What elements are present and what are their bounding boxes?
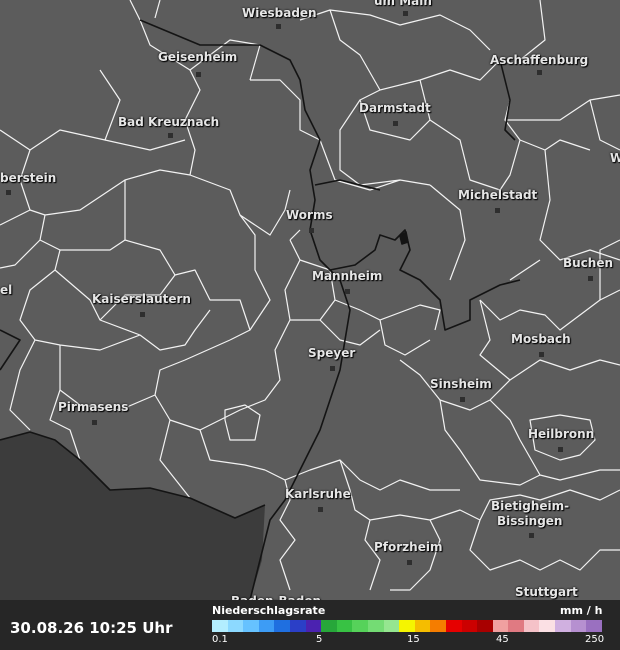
city-label-worms: Worms: [286, 208, 333, 222]
city-label-buchen: Buchen: [563, 256, 614, 270]
city-label-kaiserslautern: Kaiserslautern: [92, 292, 191, 306]
legend-swatch: [430, 620, 446, 632]
city-marker-mannheim: [345, 289, 350, 294]
legend-swatch: [508, 620, 524, 632]
legend-swatch: [243, 620, 259, 632]
city-marker-wiesbaden: [276, 24, 281, 29]
city-marker-worms: [309, 228, 314, 233]
city-label-mosbach: Mosbach: [511, 332, 571, 346]
legend-swatch: [305, 620, 322, 632]
outside-region: [0, 432, 265, 600]
city-label-mannheim: Mannheim: [312, 269, 383, 283]
city-label-wiesbaden: Wiesbaden: [242, 6, 317, 20]
city-label-karlsruhe: Karlsruhe: [285, 487, 351, 501]
legend-swatch: [274, 620, 290, 632]
legend-swatch: [212, 620, 228, 632]
legend-swatch: [336, 620, 353, 632]
city-label-idar-oberstein: berstein: [0, 171, 57, 185]
city-marker-sinsheim: [460, 397, 465, 402]
city-label-geisenheim: Geisenheim: [158, 50, 238, 64]
map-geometry: [0, 0, 620, 601]
legend-swatch: [555, 620, 571, 632]
precipitation-legend-bar: [212, 620, 602, 632]
city-label-pirmasens: Pirmasens: [58, 400, 129, 414]
city-label-michelstadt: Michelstadt: [458, 188, 538, 202]
legend-title: Niederschlagsrate: [212, 604, 326, 617]
legend-swatch: [414, 620, 431, 632]
city-label-sinsheim: Sinsheim: [430, 377, 492, 391]
city-marker-pirmasens: [92, 420, 97, 425]
legend-swatch: [586, 620, 602, 632]
legend-swatch: [258, 620, 275, 632]
legend-tick: 5: [316, 634, 323, 645]
city-marker-kaiserslautern: [140, 312, 145, 317]
city-marker-geisenheim: [196, 72, 201, 77]
city-marker-bad-kreuznach: [168, 133, 173, 138]
city-label-bietigheim-2: Bissingen: [497, 514, 563, 528]
city-label-frankfurt: um Main: [374, 0, 432, 8]
legend-swatch: [461, 620, 478, 632]
city-marker-frankfurt: [403, 11, 408, 16]
city-label-darmstadt: Darmstadt: [359, 101, 431, 115]
legend-swatch: [539, 620, 556, 632]
legend-swatch: [367, 620, 384, 632]
city-label-bietigheim-1: Bietigheim-: [491, 499, 570, 513]
legend-swatch: [445, 620, 462, 632]
legend-swatch: [570, 620, 587, 632]
legend-swatch: [383, 620, 400, 632]
legend-swatch: [227, 620, 244, 632]
legend-tick: 0.1: [212, 634, 228, 645]
legend-swatch: [399, 620, 415, 632]
radar-map[interactable]: Wiesbaden um Main Geisenheim Aschaffenburg D…: [0, 0, 620, 650]
timestamp: 30.08.26 10:25 Uhr: [10, 619, 173, 637]
city-marker-buchen: [588, 276, 593, 281]
legend-swatch: [352, 620, 368, 632]
city-label-speyer: Speyer: [308, 346, 356, 360]
city-marker-idar-oberstein: [6, 190, 11, 195]
legend-swatch: [523, 620, 540, 632]
legend-swatch: [492, 620, 509, 632]
legend-tick: 15: [407, 634, 420, 645]
city-label-kusel: el: [0, 283, 13, 297]
city-label-aschaffenburg: Aschaffenburg: [490, 53, 589, 67]
city-marker-darmstadt: [393, 121, 398, 126]
city-label-stuttgart: Stuttgart: [515, 585, 578, 599]
city-marker-speyer: [330, 366, 335, 371]
city-marker-bietigheim-1: [529, 533, 534, 538]
legend-tick: 250: [585, 634, 605, 645]
legend-swatch: [477, 620, 493, 632]
city-label-pforzheim: Pforzheim: [374, 540, 443, 554]
city-marker-mosbach: [539, 352, 544, 357]
city-marker-pforzheim: [407, 560, 412, 565]
city-marker-aschaffenburg: [537, 70, 542, 75]
legend-swatch: [321, 620, 337, 632]
legend-tick: 45: [496, 634, 509, 645]
city-label-w-edge: W: [610, 151, 620, 165]
legend-swatch: [289, 620, 306, 632]
city-marker-karlsruhe: [318, 507, 323, 512]
city-label-bad-kreuznach: Bad Kreuznach: [118, 115, 220, 129]
city-label-heilbronn: Heilbronn: [528, 427, 595, 441]
legend-unit: mm / h: [560, 604, 603, 617]
city-marker-michelstadt: [495, 208, 500, 213]
city-marker-heilbronn: [558, 447, 563, 452]
